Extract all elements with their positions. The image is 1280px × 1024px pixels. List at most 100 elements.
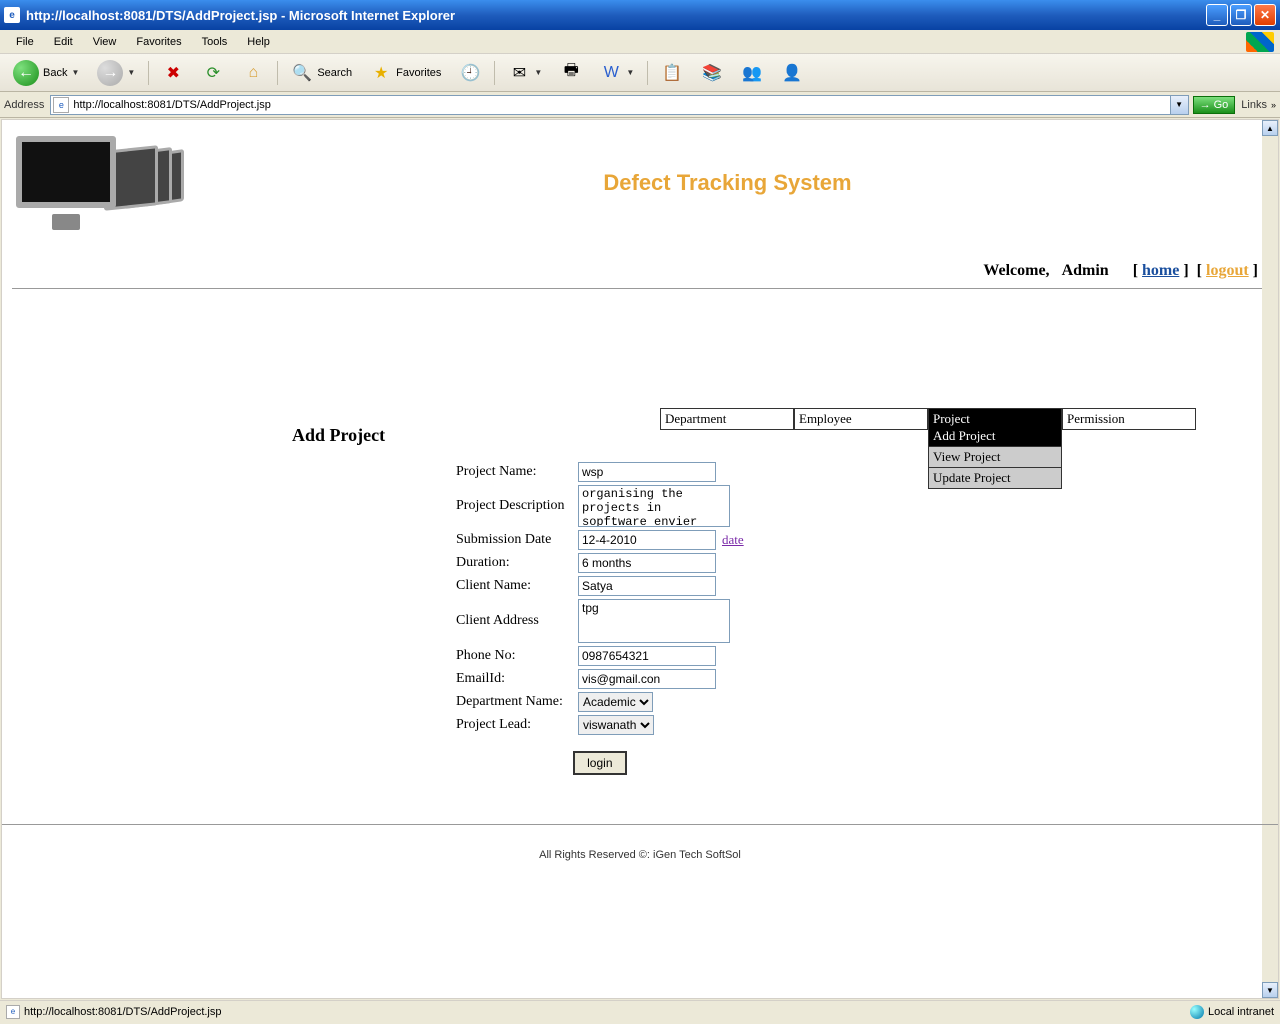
project-desc-label: Project Description (456, 498, 578, 514)
client-name-label: Client Name: (456, 578, 578, 594)
monitors-image (12, 128, 187, 238)
scroll-up-icon[interactable]: ▲ (1262, 120, 1278, 136)
zone-icon (1190, 1005, 1204, 1019)
duration-input[interactable] (578, 553, 716, 573)
date-picker-link[interactable]: date (722, 532, 744, 548)
close-button[interactable]: ✕ (1254, 4, 1276, 26)
dept-label: Department Name: (456, 694, 578, 710)
back-arrow-icon: ← (13, 60, 39, 86)
menu-favorites[interactable]: Favorites (126, 34, 191, 50)
chevron-down-icon: ▼ (626, 68, 634, 77)
phone-label: Phone No: (456, 648, 578, 664)
history-button[interactable]: 🕘 (452, 58, 488, 88)
menu-edit[interactable]: Edit (44, 34, 83, 50)
submenu-update-project[interactable]: Update Project (928, 468, 1062, 489)
duration-label: Duration: (456, 555, 578, 571)
discuss-button[interactable]: 📋 (654, 58, 690, 88)
minimize-button[interactable]: _ (1206, 4, 1228, 26)
address-bar: Address e ▼ →Go Links » (0, 92, 1280, 118)
chevron-down-icon: ▼ (534, 68, 542, 77)
page-content: Defect Tracking System Welcome, Admin [ … (2, 120, 1278, 305)
msn-button[interactable]: 👤 (774, 58, 810, 88)
welcome-row: Welcome, Admin [ home ] [ logout ] (12, 258, 1268, 284)
logout-link[interactable]: logout (1206, 262, 1249, 279)
security-zone: Local intranet (1190, 1005, 1274, 1019)
forward-button[interactable]: → ▼ (90, 56, 142, 90)
submenu-add-project[interactable]: Add Project (928, 426, 1062, 447)
nav-employee[interactable]: Employee (794, 408, 928, 430)
back-button[interactable]: ← Back ▼ (6, 56, 86, 90)
zone-label: Local intranet (1208, 1006, 1274, 1018)
forward-arrow-icon: → (97, 60, 123, 86)
submission-date-input[interactable] (578, 530, 716, 550)
project-name-input[interactable] (578, 462, 716, 482)
links-label[interactable]: Links (1241, 99, 1267, 111)
messenger-button[interactable]: 👥 (734, 58, 770, 88)
page-icon: e (53, 97, 69, 113)
page-icon: e (6, 1005, 20, 1019)
msn-icon: 👤 (781, 62, 803, 84)
nav-permission[interactable]: Permission (1062, 408, 1196, 430)
address-input[interactable] (73, 97, 1167, 113)
star-icon: ★ (370, 62, 392, 84)
divider (12, 288, 1268, 289)
windows-flag-icon (1246, 32, 1274, 52)
go-arrow-icon: → (1200, 99, 1211, 111)
submenu-view-project[interactable]: View Project (928, 447, 1062, 468)
lead-label: Project Lead: (456, 717, 578, 733)
chevron-down-icon: ▼ (71, 68, 79, 77)
email-input[interactable] (578, 669, 716, 689)
toolbar-separator (277, 61, 278, 85)
print-button[interactable]: 🖶 (553, 58, 589, 88)
form-title: Add Project (292, 425, 385, 446)
welcome-user: Admin (1062, 262, 1109, 279)
window-titlebar: e http://localhost:8081/DTS/AddProject.j… (0, 0, 1280, 30)
chevron-down-icon: ▼ (127, 68, 135, 77)
home-button[interactable]: ⌂ (235, 58, 271, 88)
stop-icon: ✖ (162, 62, 184, 84)
menubar: File Edit View Favorites Tools Help (0, 30, 1280, 54)
maximize-button[interactable]: ❐ (1230, 4, 1252, 26)
address-dropdown[interactable]: ▼ (1171, 95, 1189, 115)
project-desc-textarea[interactable] (578, 485, 730, 527)
status-bar: e http://localhost:8081/DTS/AddProject.j… (0, 1000, 1280, 1022)
go-button[interactable]: →Go (1193, 96, 1236, 114)
menu-tools[interactable]: Tools (192, 34, 238, 50)
search-button[interactable]: 🔍Search (284, 58, 359, 88)
toolbar-separator (148, 61, 149, 85)
stop-button[interactable]: ✖ (155, 58, 191, 88)
scroll-down-icon[interactable]: ▼ (1262, 982, 1278, 998)
messenger-icon: 👥 (741, 62, 763, 84)
edit-button[interactable]: W▼ (593, 58, 641, 88)
submission-date-label: Submission Date (456, 532, 578, 548)
refresh-icon: ⟳ (202, 62, 224, 84)
dept-select[interactable]: Academic (578, 692, 653, 712)
refresh-button[interactable]: ⟳ (195, 58, 231, 88)
toolbar: ← Back ▼ → ▼ ✖ ⟳ ⌂ 🔍Search ★Favorites 🕘 … (0, 54, 1280, 92)
menu-help[interactable]: Help (237, 34, 280, 50)
mail-button[interactable]: ✉▼ (501, 58, 549, 88)
window-title: http://localhost:8081/DTS/AddProject.jsp… (26, 8, 1206, 23)
project-name-label: Project Name: (456, 464, 578, 480)
add-project-form: Project Name: Project Description Submis… (456, 462, 744, 775)
history-icon: 🕘 (459, 62, 481, 84)
research-icon: 📚 (701, 62, 723, 84)
favorites-button[interactable]: ★Favorites (363, 58, 448, 88)
research-button[interactable]: 📚 (694, 58, 730, 88)
project-submenu: Add Project View Project Update Project (928, 426, 1062, 489)
nav-department[interactable]: Department (660, 408, 794, 430)
lead-select[interactable]: viswanath (578, 715, 654, 735)
menu-file[interactable]: File (6, 34, 44, 50)
submit-button[interactable]: login (573, 751, 626, 775)
client-name-input[interactable] (578, 576, 716, 596)
menu-view[interactable]: View (83, 34, 127, 50)
client-address-textarea[interactable] (578, 599, 730, 643)
links-chevron-icon[interactable]: » (1271, 100, 1276, 110)
edit-icon: W (600, 62, 622, 84)
search-icon: 🔍 (291, 62, 313, 84)
vertical-scrollbar[interactable]: ▲ ▼ (1262, 120, 1278, 998)
home-link[interactable]: home (1142, 262, 1179, 279)
phone-input[interactable] (578, 646, 716, 666)
toolbar-separator (494, 61, 495, 85)
toolbar-separator (647, 61, 648, 85)
